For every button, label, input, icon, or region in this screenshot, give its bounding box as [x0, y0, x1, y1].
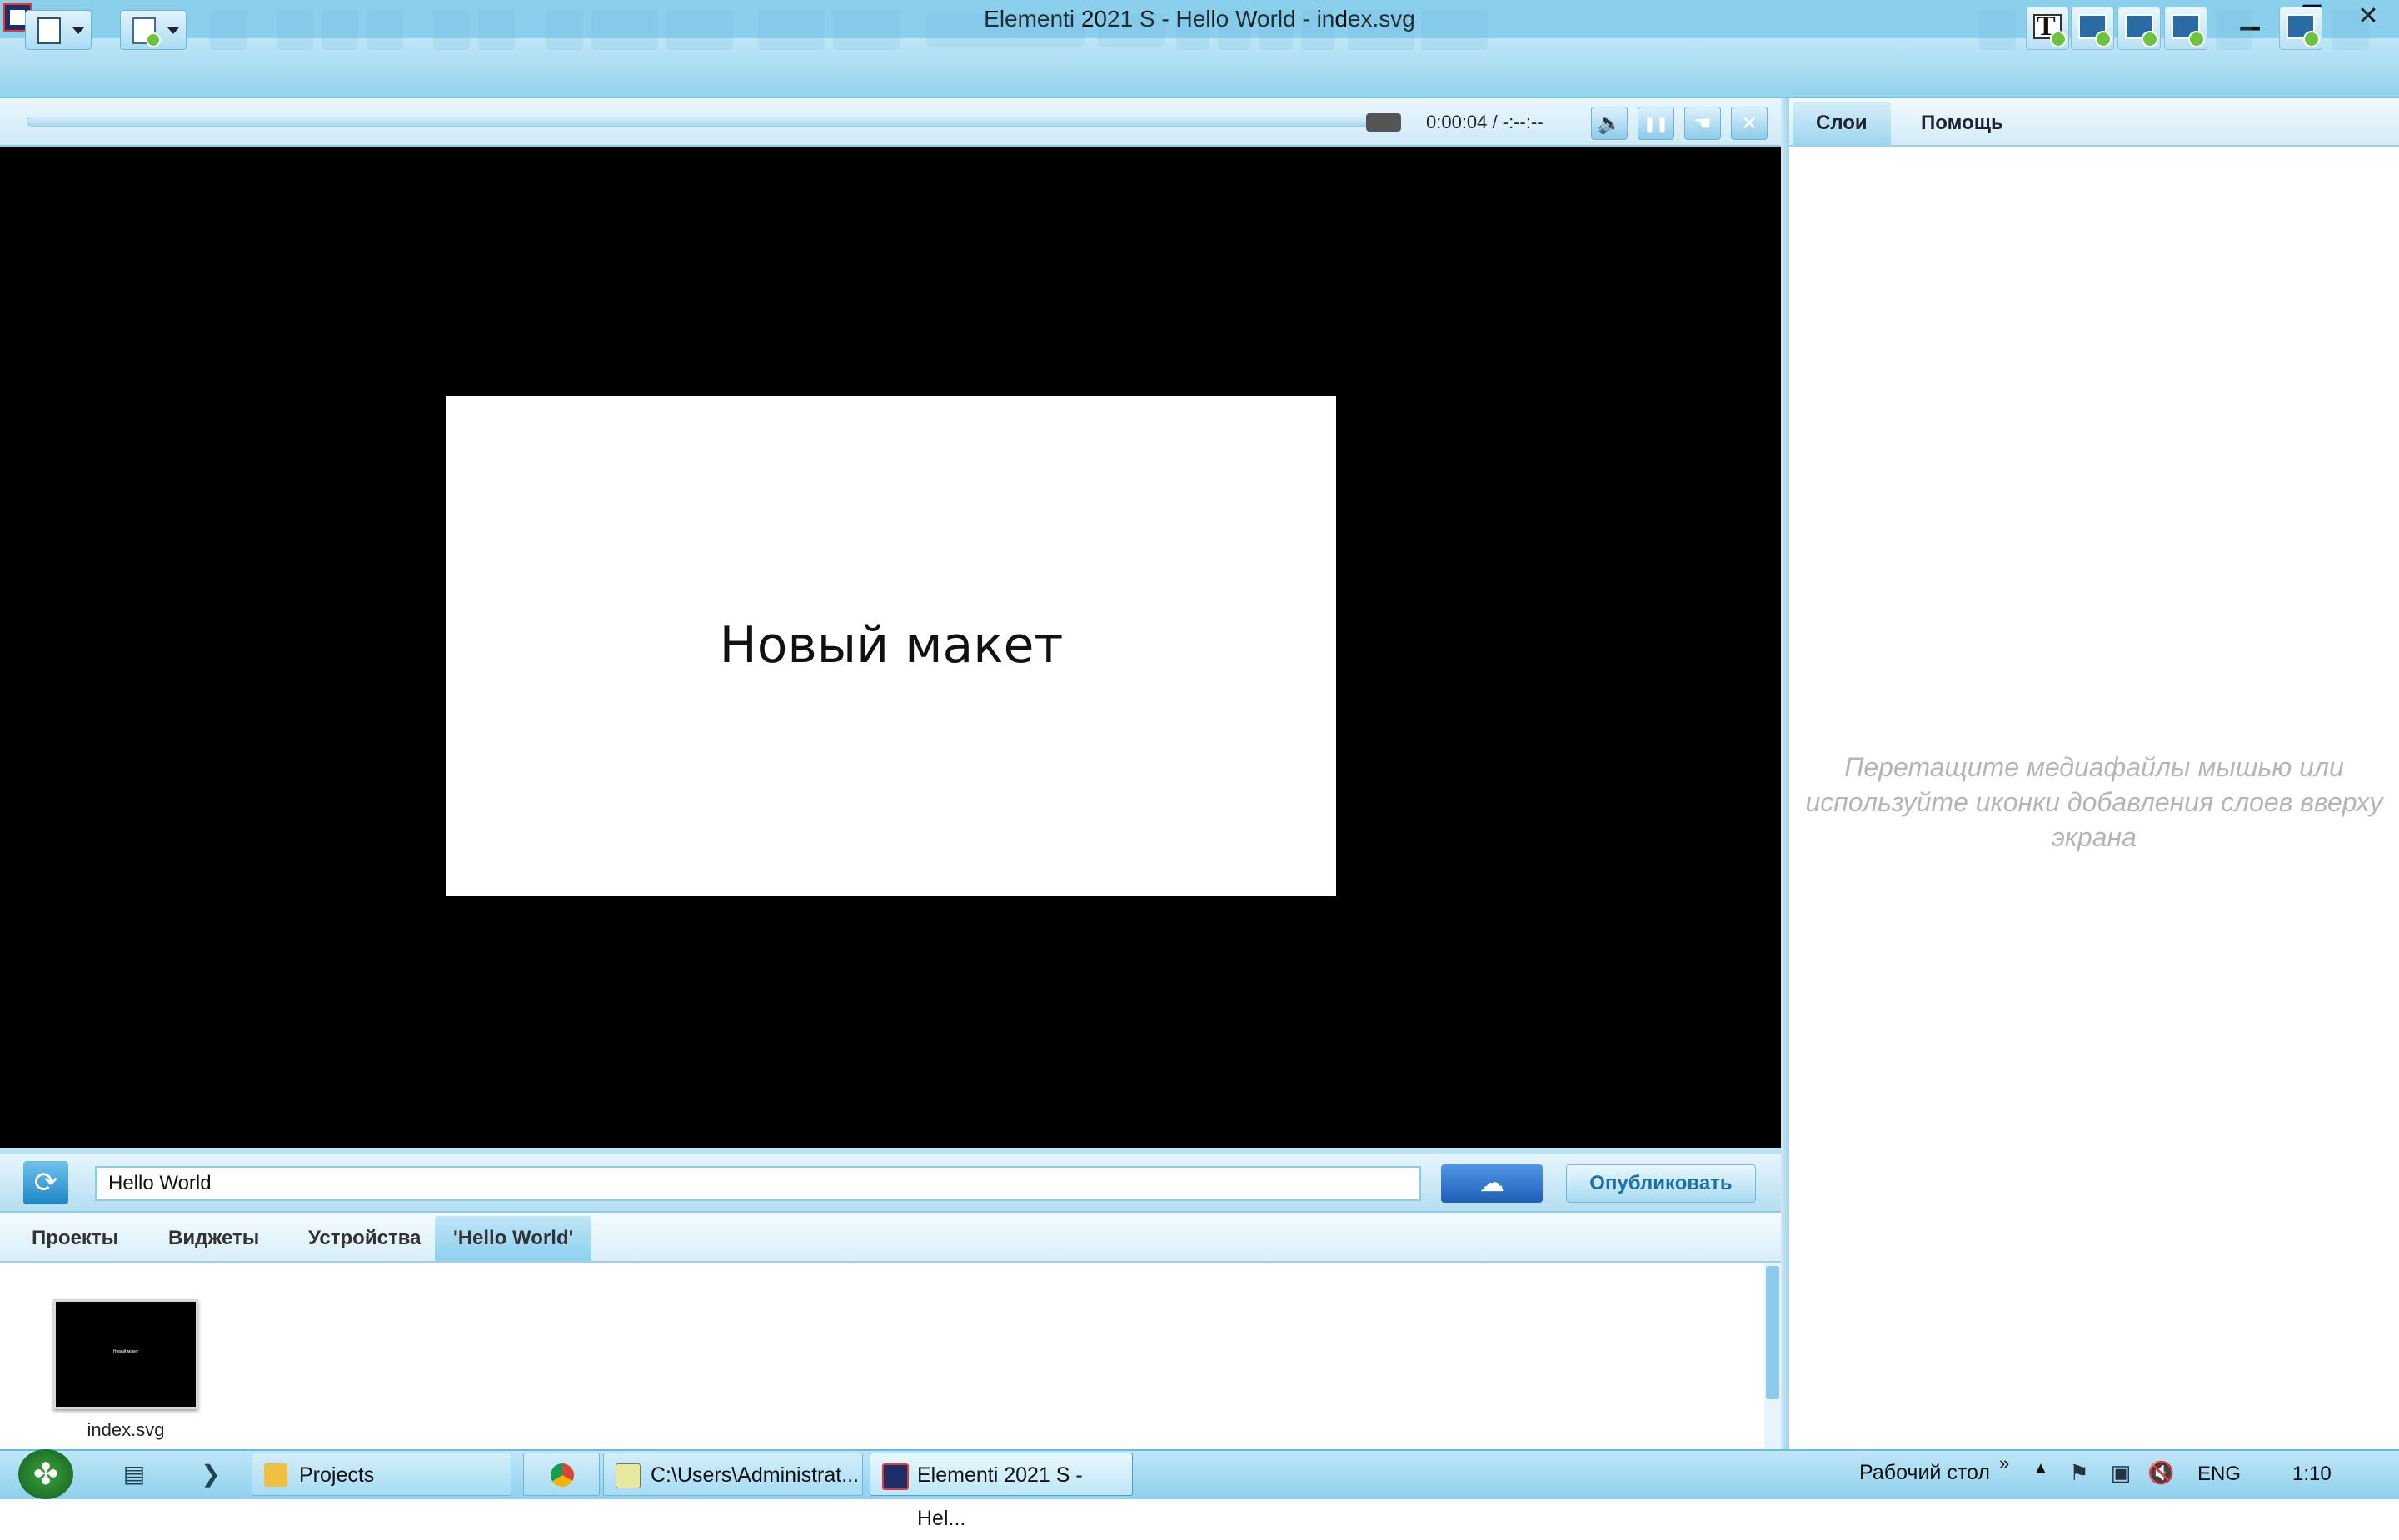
cloud-upload-icon: ☁	[1479, 1169, 1504, 1197]
chevron-down-icon	[167, 27, 179, 34]
paste-button[interactable]	[367, 10, 403, 50]
chevron-down-icon	[72, 27, 84, 34]
interact-button[interactable]: ☚	[1684, 107, 1721, 140]
pause-button[interactable]: ❚❚	[1638, 107, 1674, 140]
new-document-icon	[132, 17, 161, 47]
notepad-icon	[616, 1463, 641, 1488]
undo-button[interactable]	[433, 10, 470, 50]
project-files-area	[0, 1263, 1781, 1449]
taskbar-item-label: Projects	[299, 1463, 375, 1487]
bold-button[interactable]	[1176, 10, 1209, 50]
close-icon: ✕	[1740, 112, 1758, 135]
desktop-toolbar-label[interactable]: Рабочий стол	[1859, 1461, 1990, 1485]
start-button[interactable]: ✤	[18, 1449, 73, 1499]
tab-widgets[interactable]: Виджеты	[150, 1216, 277, 1261]
time-readout: 0:00:04 / -:--:--	[1426, 112, 1544, 132]
save-button[interactable]	[210, 10, 247, 50]
folder-icon	[264, 1463, 287, 1487]
project-name-input[interactable]	[95, 1166, 1421, 1201]
elementi-icon	[882, 1463, 909, 1490]
language-indicator[interactable]: ENG	[2197, 1463, 2241, 1486]
taskbar-item-label: C:\Users\Administrat...	[651, 1463, 860, 1487]
new-document-button[interactable]	[120, 10, 187, 50]
taskbar-item-projects[interactable]: Projects	[252, 1453, 511, 1496]
tab-projects[interactable]: Проекты	[13, 1216, 137, 1261]
underline-button[interactable]	[1259, 10, 1293, 50]
copy-button[interactable]	[322, 10, 358, 50]
disabled-layer-button[interactable]	[1979, 10, 2016, 50]
align-button[interactable]	[546, 10, 583, 50]
layers-empty-hint: Перетащите медиафайлы мышью или использу…	[1805, 752, 2383, 852]
transform-dropdown[interactable]	[833, 10, 900, 50]
slide-title-text[interactable]: Новый макет	[446, 616, 1336, 675]
stop-button[interactable]	[1366, 113, 1401, 132]
font-size-select[interactable]	[1098, 13, 1165, 47]
distribute-dropdown[interactable]	[666, 10, 733, 50]
text-style-button[interactable]	[1301, 10, 1334, 50]
chrome-icon	[551, 1463, 574, 1487]
volume-button[interactable]: 🔈	[1591, 107, 1628, 140]
tab-help[interactable]: Помощь	[1898, 102, 2027, 145]
panel-splitter[interactable]	[1781, 98, 1789, 1449]
refresh-button[interactable]: ⟳	[23, 1161, 68, 1204]
thumbnail-preview-text: Новый макет	[112, 1349, 139, 1354]
taskbar-item-notepad[interactable]: C:\Users\Administrat...	[603, 1453, 863, 1496]
text-align-dropdown[interactable]	[1348, 10, 1414, 50]
italic-button[interactable]	[1218, 10, 1251, 50]
bottom-splitter[interactable]	[0, 1148, 1781, 1154]
tab-hello-world[interactable]: 'Hello World'	[435, 1216, 592, 1261]
show-hidden-icons-button[interactable]: ▲	[2032, 1459, 2049, 1478]
disabled-settings-button[interactable]	[2332, 10, 2369, 50]
page-settings-button[interactable]	[2279, 7, 2322, 50]
font-family-select[interactable]	[926, 13, 1085, 47]
redo-button[interactable]	[478, 10, 515, 50]
add-media-layer-button[interactable]	[2117, 7, 2161, 50]
toolbar-chevron-icon[interactable]: »	[1999, 1453, 2009, 1474]
pause-icon: ❚❚	[1643, 116, 1669, 132]
powershell-icon[interactable]: ❯	[193, 1456, 228, 1493]
file-thumbnail[interactable]	[53, 1299, 198, 1409]
refresh-icon: ⟳	[33, 1167, 58, 1199]
taskbar-item-elementi[interactable]: Elementi 2021 S - Hel...	[870, 1453, 1133, 1530]
menu-button[interactable]	[25, 10, 92, 50]
files-scrollbar-thumb[interactable]	[1766, 1266, 1779, 1399]
network-icon[interactable]: ▣	[2107, 1459, 2134, 1486]
cloud-upload-button[interactable]: ☁	[1441, 1164, 1543, 1203]
clock[interactable]: 1:10	[2292, 1463, 2332, 1486]
list-menu-icon	[37, 17, 61, 44]
add-widget-layer-button[interactable]	[2164, 7, 2207, 50]
file-explorer-icon[interactable]: ▤	[117, 1456, 152, 1493]
flag-icon[interactable]: ⚑	[2066, 1459, 2092, 1486]
tab-devices[interactable]: Устройства	[290, 1216, 439, 1261]
cut-button[interactable]	[277, 10, 313, 50]
hand-icon: ☚	[1693, 112, 1712, 135]
progress-track[interactable]	[27, 117, 1393, 127]
speaker-icon: 🔈	[1597, 112, 1622, 135]
volume-muted-icon[interactable]: 🔇	[2147, 1459, 2174, 1486]
close-player-button[interactable]: ✕	[1731, 107, 1768, 140]
add-image-layer-button[interactable]	[2071, 7, 2114, 50]
text-icon: T	[2037, 11, 2056, 42]
file-name-label[interactable]: index.svg	[53, 1419, 198, 1441]
add-text-layer-button[interactable]: T	[2026, 7, 2069, 50]
tab-layers[interactable]: Слои	[1793, 102, 1891, 145]
publish-button[interactable]: Опубликовать	[1566, 1164, 1756, 1203]
effects-dropdown[interactable]	[758, 10, 825, 50]
disabled-tool-button[interactable]	[2216, 10, 2252, 50]
arrange-dropdown[interactable]	[591, 10, 658, 50]
taskbar-item-chrome[interactable]	[523, 1453, 600, 1496]
clover-icon: ✤	[32, 1457, 59, 1491]
paragraph-dropdown[interactable]	[1421, 10, 1488, 50]
